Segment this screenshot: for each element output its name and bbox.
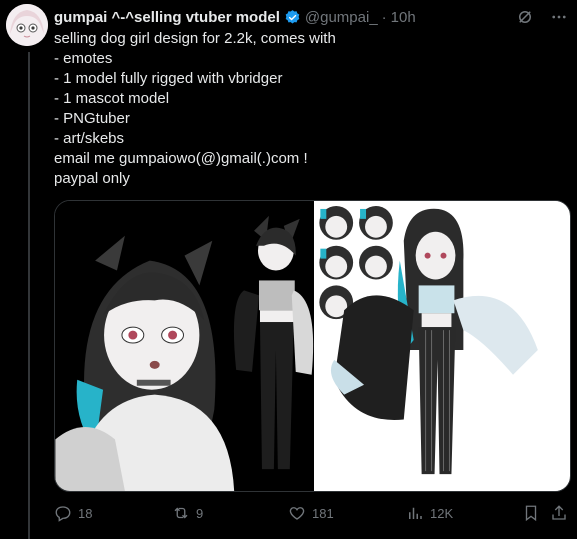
bookmark-icon: [525, 505, 537, 522]
timestamp[interactable]: 10h: [391, 9, 416, 26]
media-attachment[interactable]: [54, 200, 571, 492]
like-count: 181: [312, 505, 334, 521]
share-button[interactable]: [550, 504, 568, 522]
reply-icon: [55, 506, 71, 522]
separator-dot: ·: [381, 8, 387, 26]
media-image-left[interactable]: [55, 201, 314, 491]
like-icon: [289, 507, 305, 520]
media-image-right[interactable]: [314, 201, 570, 491]
like-button[interactable]: 181: [288, 504, 334, 522]
thread-line: [28, 52, 30, 539]
tweet-line: - PNGtuber: [54, 110, 130, 127]
views-button[interactable]: 12K: [406, 504, 453, 522]
grok-icon[interactable]: [515, 7, 535, 27]
repost-button[interactable]: 9: [172, 504, 203, 522]
tweet-line: selling dog girl design for 2.2k, comes …: [54, 30, 336, 47]
author-handle[interactable]: @gumpai_: [305, 9, 378, 26]
bookmark-button[interactable]: [522, 504, 540, 522]
reply-button[interactable]: 18: [54, 504, 92, 522]
verified-badge-icon: [284, 9, 301, 26]
header-actions: [515, 7, 569, 27]
tweet-line: - 1 model fully rigged with vbridger: [54, 70, 283, 87]
repost-icon: [174, 507, 188, 519]
tweet-actions: 18 9 181 12K: [54, 504, 571, 526]
tweet-line: - art/skebs: [54, 130, 125, 147]
repost-count: 9: [196, 505, 204, 521]
tweet-line: email me gumpaiowo(@)gmail(.)com !: [54, 150, 308, 167]
share-icon: [552, 505, 566, 520]
tweet-line: - emotes: [54, 50, 113, 67]
tweet-header: gumpai ^-^selling vtuber model @gumpai_ …: [54, 6, 569, 28]
avatar[interactable]: [6, 4, 48, 46]
views-icon: [409, 507, 422, 519]
tweet-line: - 1 mascot model: [54, 90, 170, 107]
tweet-line: paypal only: [54, 170, 130, 187]
tweet-text: selling dog girl design for 2.2k, comes …: [54, 29, 554, 189]
author-display-name[interactable]: gumpai ^-^selling vtuber model: [54, 9, 280, 26]
reply-count: 18: [78, 505, 93, 521]
views-count: 12K: [430, 505, 454, 521]
more-icon[interactable]: [549, 7, 569, 27]
